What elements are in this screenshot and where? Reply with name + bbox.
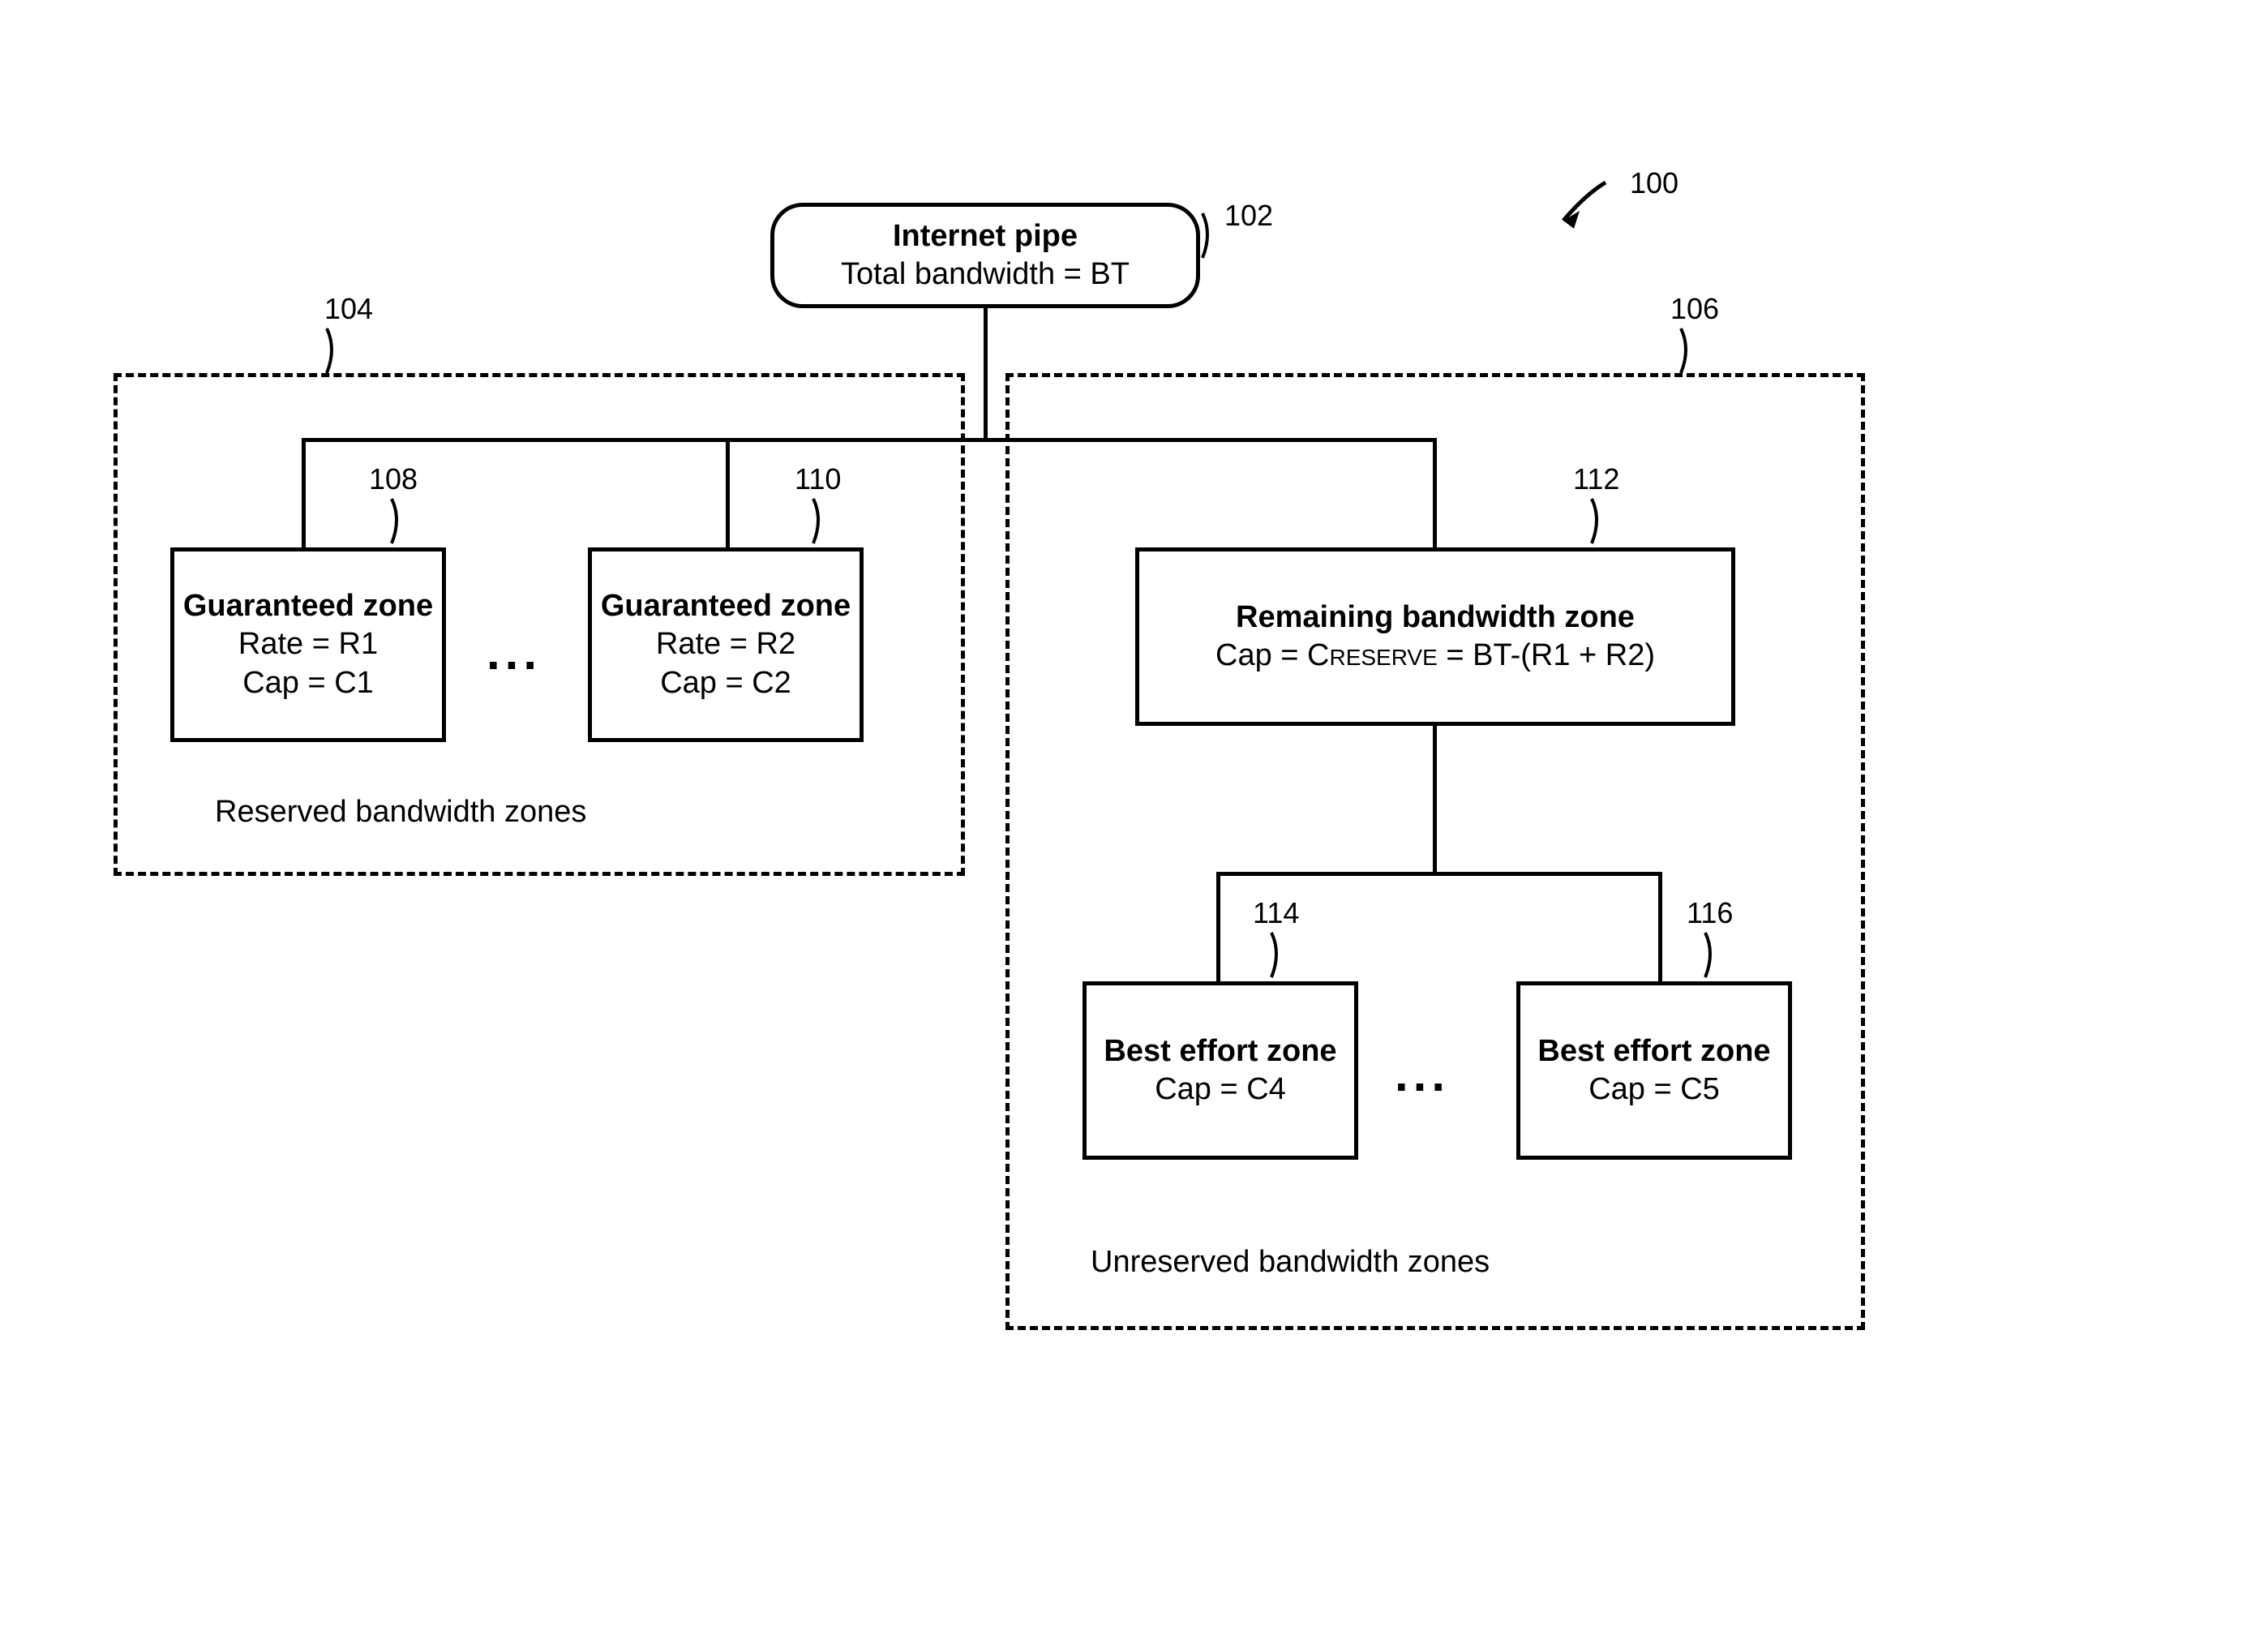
root-title: Internet pipe [893, 217, 1078, 256]
remaining-title: Remaining bandwidth zone [1236, 599, 1635, 637]
connector [1658, 872, 1662, 981]
gz2-title: Guaranteed zone [601, 587, 851, 626]
ref-tick-104 [324, 324, 365, 377]
be2-title: Best effort zone [1537, 1032, 1770, 1071]
diagram-canvas: 100 Internet pipe Total bandwidth = BT 1… [0, 0, 2268, 1635]
ref-root: 102 [1224, 199, 1273, 233]
connector [1216, 872, 1220, 981]
ellipsis-icon: ... [487, 624, 542, 680]
be1-cap: Cap = C4 [1155, 1071, 1286, 1109]
ref-unreserved-group: 106 [1670, 292, 1719, 326]
ref-tick-108 [389, 495, 430, 551]
ref-reserved-group: 104 [324, 292, 373, 326]
gz1-rate: Rate = R1 [238, 625, 378, 664]
ref-tick-110 [811, 495, 851, 551]
connector [1433, 726, 1437, 872]
ref-tick-116 [1703, 929, 1743, 985]
root-sub: Total bandwidth = BT [841, 255, 1130, 294]
remaining-cap-pre: Cap = C [1215, 638, 1329, 672]
root-internet-pipe: Internet pipe Total bandwidth = BT [770, 203, 1200, 308]
unreserved-caption: Unreserved bandwidth zones [1091, 1245, 1490, 1280]
ref-gz1: 108 [369, 462, 418, 496]
connector [1216, 872, 1662, 876]
ref-tick-112 [1589, 495, 1630, 551]
guaranteed-zone-1: Guaranteed zone Rate = R1 Cap = C1 [170, 547, 446, 742]
ref-gz2: 110 [795, 462, 841, 496]
remaining-cap-post: = BT-(R1 + R2) [1438, 638, 1655, 672]
ref-tick-106 [1678, 324, 1719, 377]
reserved-caption: Reserved bandwidth zones [215, 795, 586, 830]
figure-arrow-icon [1541, 170, 1638, 243]
be1-title: Best effort zone [1104, 1032, 1336, 1071]
ref-be1: 114 [1253, 896, 1299, 930]
gz2-cap: Cap = C2 [660, 664, 791, 703]
remaining-cap: Cap = CRESERVE = BT-(R1 + R2) [1215, 637, 1655, 676]
gz1-cap: Cap = C1 [242, 664, 374, 703]
ellipsis-icon: ... [1395, 1046, 1450, 1102]
ref-remaining: 112 [1573, 462, 1619, 496]
ref-be2: 116 [1687, 896, 1733, 930]
ref-figure: 100 [1630, 166, 1678, 200]
connector [984, 308, 988, 438]
gz2-rate: Rate = R2 [656, 625, 795, 664]
guaranteed-zone-2: Guaranteed zone Rate = R2 Cap = C2 [588, 547, 864, 742]
remaining-bandwidth-zone: Remaining bandwidth zone Cap = CRESERVE … [1135, 547, 1735, 726]
gz1-title: Guaranteed zone [183, 587, 433, 626]
remaining-cap-small: RESERVE [1329, 645, 1437, 670]
best-effort-zone-2: Best effort zone Cap = C5 [1516, 981, 1792, 1160]
best-effort-zone-1: Best effort zone Cap = C4 [1083, 981, 1358, 1160]
ref-tick-114 [1269, 929, 1310, 985]
be2-cap: Cap = C5 [1588, 1071, 1720, 1109]
